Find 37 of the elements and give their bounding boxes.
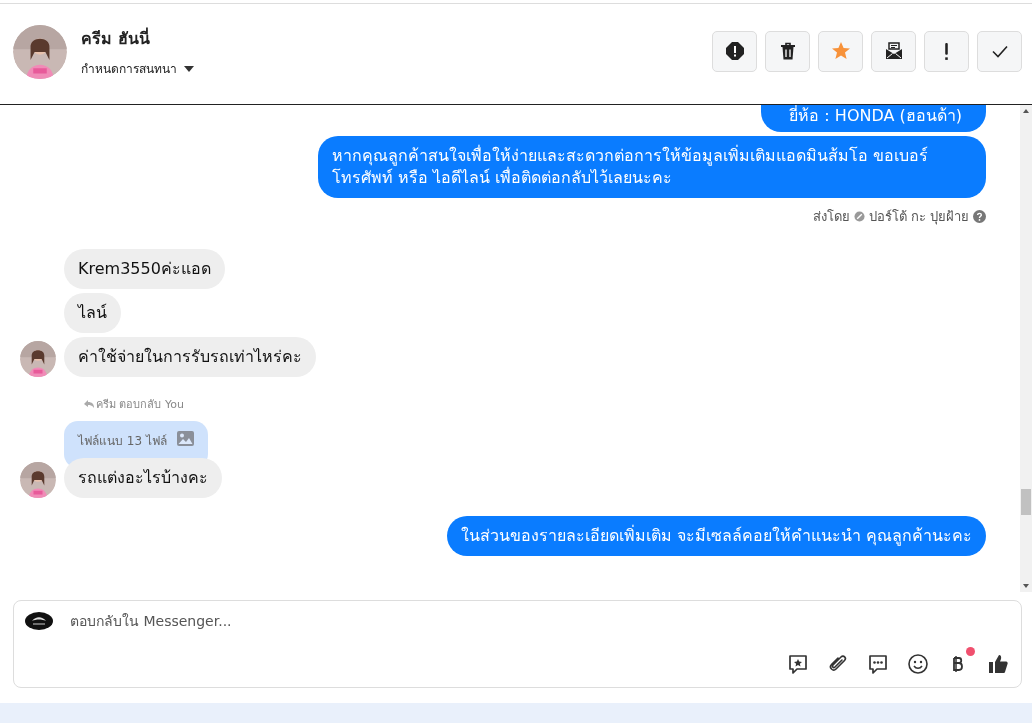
sent-by-label: ส่งโดย (812, 208, 850, 226)
message-bubble: หากคุณลูกค้าสนใจเพื่อให้ง่ายและสะดวกต่อการให้ข้อมูลเพิ่มเติมแอดมินส้มโอ ขอเบอร์โทรศัพท์ หรือ ไอดีไลน์ เพื่อติดต่อกลับไว้เลยนะคะ (318, 136, 986, 198)
message-bubble: ไลน์ (64, 293, 121, 333)
page-logo (24, 611, 54, 631)
scrollbar[interactable] (1020, 105, 1032, 592)
thumbs-up-icon (987, 653, 1009, 675)
alert-button[interactable] (712, 30, 757, 72)
message-bubble: รถแต่งอะไรบ้างคะ (64, 458, 222, 498)
saved-reply-icon (787, 653, 809, 675)
scroll-thumb[interactable] (1021, 489, 1031, 515)
smiley-button[interactable] (905, 651, 931, 677)
star-button[interactable] (818, 30, 863, 72)
alert-icon (724, 41, 745, 61)
help-icon[interactable] (973, 210, 986, 223)
sender-name: ปอร์โต้ กะ ปุยฝ้าย (868, 208, 969, 227)
scroll-up-arrow-icon[interactable] (1023, 109, 1029, 113)
caret-icon (183, 64, 195, 73)
trash-button[interactable] (765, 30, 810, 72)
smiley-icon (907, 653, 929, 675)
exclamation-icon (945, 42, 948, 60)
image-icon (176, 431, 194, 446)
blocked-icon (853, 211, 865, 222)
conversation-menu[interactable]: กำหนดการสนทนา (81, 59, 195, 78)
reply-icon (84, 400, 94, 408)
contact-name: ครีม ฮันนี่ (81, 26, 151, 50)
reply-field[interactable]: ตอบกลับใน Messenger... (68, 612, 1011, 630)
check-button[interactable] (977, 30, 1022, 72)
message-bubble: ในส่วนของรายละเอียดเพิ่มเติม จะมีเซลล์คอยให้คำแนะนำ คุณลูกค้านะคะ (446, 516, 986, 556)
chat-icon (867, 653, 889, 675)
envelope-icon (883, 41, 904, 61)
exclamation-button[interactable] (924, 30, 969, 72)
reply-note: ครีม ตอบกลับ You (96, 397, 184, 413)
message-bubble: Krem3550ค่ะแอด (64, 249, 225, 289)
message-bubble: ยี่ห้อ : HONDA (ฮอนด้า) (761, 105, 986, 132)
envelope-button[interactable] (871, 30, 916, 72)
message-bubble: ค่าใช้จ่ายในการรับรถเท่าไหร่คะ (64, 337, 316, 377)
scroll-down-arrow-icon[interactable] (1023, 584, 1029, 588)
